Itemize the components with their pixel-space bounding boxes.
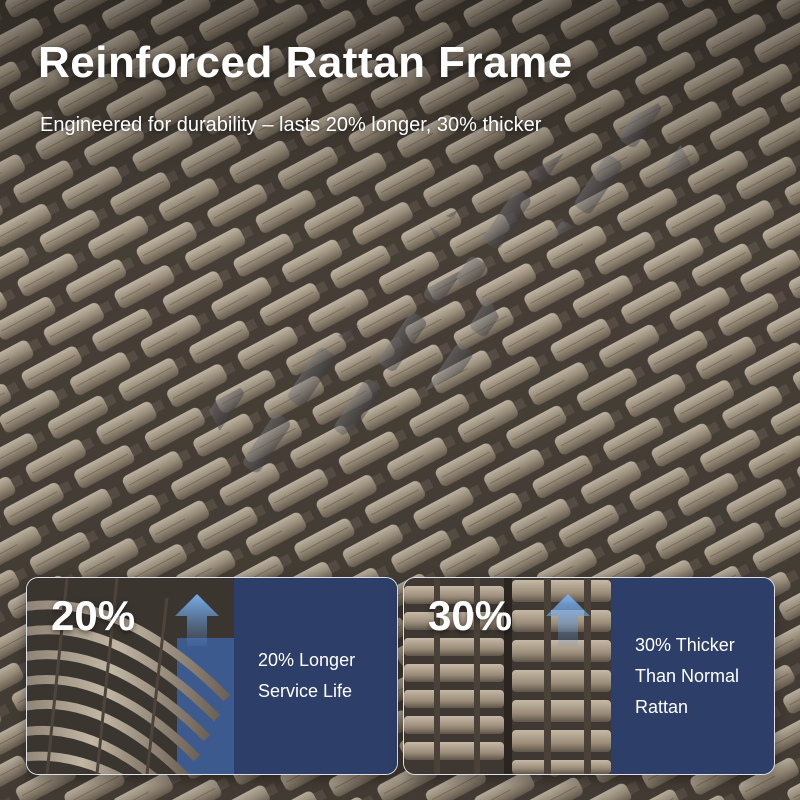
feature-card-thickness: 30% 30% Thicker Than Normal Rattan	[403, 577, 775, 775]
service-life-line-2: Service Life	[258, 681, 353, 701]
service-life-line-1: 20% Longer	[258, 650, 356, 670]
service-life-percent: 20%	[51, 592, 136, 639]
product-feature-banner: Reinforced Rattan Frame Engineered for d…	[0, 0, 800, 800]
service-life-text: 20% Longer Service Life	[258, 645, 355, 707]
service-life-panel: 20% Longer Service Life	[234, 578, 397, 774]
up-arrow-icon	[546, 594, 590, 646]
thickness-line-1: 30% Thicker	[635, 634, 735, 655]
page-title: Reinforced Rattan Frame	[38, 38, 573, 87]
thickness-percent: 30%	[428, 592, 513, 639]
thickness-line-2: Than Normal	[635, 665, 740, 686]
page-subtitle: Engineered for durability – lasts 20% lo…	[40, 114, 542, 136]
thickness-text: 30% Thicker Than Normal Rattan	[635, 630, 739, 723]
up-arrow-icon	[175, 594, 219, 646]
thickness-line-3: Rattan	[635, 696, 689, 717]
feature-card-service-life: 20% 20% Longer Service Life	[26, 577, 398, 775]
thickness-panel: 30% Thicker Than Normal Rattan	[611, 578, 774, 774]
